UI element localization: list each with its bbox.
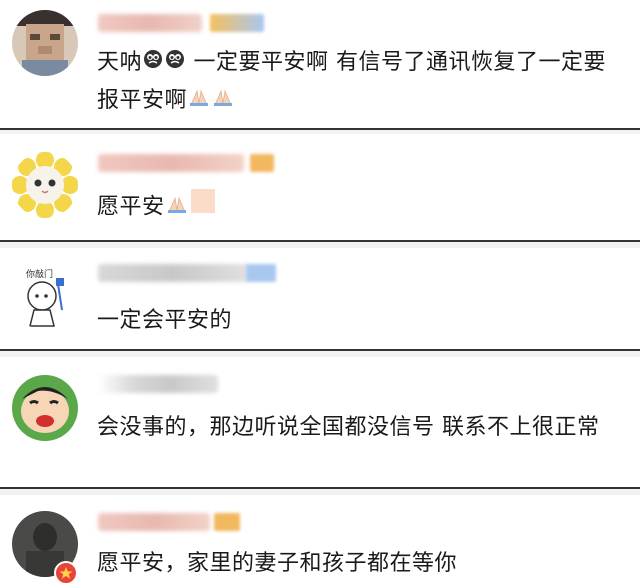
comment-text: 会没事的，那边听说全国都没信号 联系不上很正常: [97, 409, 620, 447]
blurred-username[interactable]: [98, 14, 202, 32]
praying-hands-icon: [212, 82, 234, 120]
blurred-badge: [214, 513, 240, 531]
pixelated-man-avatar-icon: [12, 10, 78, 76]
blurred-username[interactable]: [98, 154, 244, 172]
comment-text-part: 愿平安: [97, 194, 165, 220]
comment-card: 愿平安，家里的妻子和孩子都在等你: [0, 495, 640, 585]
user-avatar[interactable]: [12, 152, 78, 218]
comment-text: 天呐 一定要平安啊 有信号了通讯恢复了一定要报平安啊: [97, 44, 620, 120]
comment-text-part: 愿平安，家里的妻子和孩子都在等你: [97, 551, 458, 576]
praying-hands-icon: [166, 189, 188, 227]
blurred-badge: [250, 154, 274, 172]
peach-square-icon: [190, 188, 216, 227]
crayon-shinchan-avatar-icon: [12, 375, 78, 441]
praying-hands-icon: [188, 82, 210, 120]
blurred-badge: [246, 264, 276, 282]
comment-card: 愿平安: [0, 134, 640, 240]
avatar-caption: 你敲门: [26, 268, 53, 280]
comment-card: 你敲门 一定会平安的: [0, 248, 640, 349]
user-avatar[interactable]: 你敲门: [12, 264, 78, 330]
verified-badge-icon: [54, 561, 78, 585]
blurred-username[interactable]: [98, 264, 248, 282]
blurred-username[interactable]: [98, 513, 210, 531]
blurred-username[interactable]: [98, 375, 218, 393]
flower-cat-avatar-icon: [12, 152, 78, 218]
blurred-badge: [210, 14, 264, 32]
crying-face-icon: [143, 44, 163, 82]
comment-text-part: 一定会平安的: [97, 308, 233, 333]
comment-text-part: 会没事的，那边听说全国都没信号 联系不上很正常: [97, 415, 600, 440]
comment-text-part: 天呐: [97, 50, 143, 75]
comment-text: 一定会平安的: [97, 302, 620, 340]
comment-card: 会没事的，那边听说全国都没信号 联系不上很正常: [0, 357, 640, 487]
comment-text: 愿平安: [97, 188, 620, 227]
user-avatar[interactable]: [12, 375, 78, 441]
comment-text: 愿平安，家里的妻子和孩子都在等你: [97, 545, 620, 583]
comment-card: 天呐 一定要平安啊 有信号了通讯恢复了一定要报平安啊: [0, 0, 640, 128]
user-avatar[interactable]: [12, 10, 78, 76]
crying-face-icon: [165, 44, 185, 82]
cartoon-nurse-avatar-icon: 你敲门: [12, 264, 78, 330]
